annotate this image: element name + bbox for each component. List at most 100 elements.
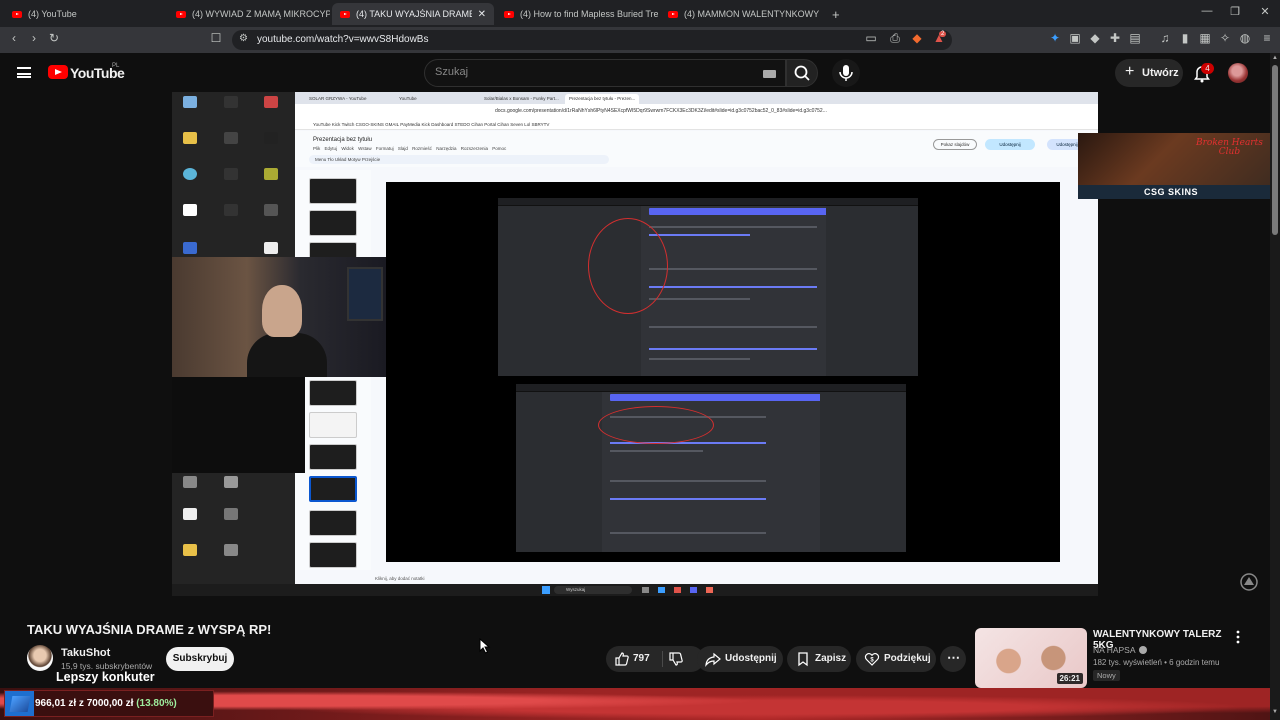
desktop-file-icon	[216, 96, 246, 109]
taskbar-search: Wyszukaj	[554, 586, 632, 594]
brave-shield-icon[interactable]: ◆	[908, 31, 926, 45]
discord-message	[609, 450, 704, 452]
music-icon[interactable]: ♫	[1156, 31, 1174, 45]
forward-icon[interactable]: ›	[25, 31, 43, 45]
browser-tab[interactable]: (4) YouTube	[4, 3, 166, 25]
like-count[interactable]: 797	[633, 653, 650, 664]
desktop-file-icon	[216, 132, 246, 145]
desktop-image-icon	[256, 96, 286, 109]
share-icon	[705, 652, 721, 667]
microphone-icon	[839, 65, 853, 81]
close-tab-icon[interactable]: ✕	[478, 9, 486, 20]
inner-tab: Solar/Bialas x Bonsam - Funky Part...	[484, 96, 559, 101]
search-input[interactable]	[435, 66, 755, 78]
recommended-channel[interactable]: NA HAPSA	[1093, 645, 1147, 655]
wallet-icon[interactable]: ▦	[1196, 31, 1214, 45]
site-info-icon[interactable]: ⚙	[239, 33, 248, 44]
create-label: Utwórz	[1142, 67, 1179, 79]
like-icon[interactable]	[614, 651, 630, 667]
page-scrollbar[interactable]: ▲ ▼	[1270, 53, 1280, 720]
slide-thumbnail	[309, 178, 357, 204]
extension-icon[interactable]: ▣	[1066, 31, 1084, 45]
browser-tab[interactable]: (4) How to find Mapless Buried Treas	[496, 3, 658, 25]
slide-thumbnail	[309, 412, 357, 438]
create-button[interactable]: + Utwórz	[1115, 59, 1183, 87]
close-window-icon[interactable]: ✕	[1250, 5, 1280, 18]
hamburger-menu-icon[interactable]	[17, 67, 31, 78]
puzzle-icon[interactable]: ✚	[1106, 31, 1124, 45]
slide-thumbnail	[309, 210, 357, 236]
scroll-down-icon[interactable]: ▼	[1272, 709, 1278, 715]
donation-percent: (13.80%)	[136, 698, 177, 709]
channel-avatar[interactable]	[27, 645, 53, 671]
video-player[interactable]: SOLAR GRZYWA - YouTube YouTube Solar/Bia…	[172, 92, 1098, 596]
inner-tab: YouTube	[399, 96, 417, 101]
vpn-icon[interactable]: ◍	[1236, 31, 1254, 45]
scrollbar-thumb[interactable]	[1272, 65, 1278, 235]
desktop-file-icon	[216, 204, 246, 217]
address-bar[interactable]: ⚙ youtube.com/watch?v=wwvS8HdowBs	[232, 30, 952, 50]
discord-member-list	[820, 392, 906, 552]
save-button[interactable]: Zapisz	[787, 646, 851, 672]
voice-search-button[interactable]	[832, 59, 860, 87]
keyboard-icon[interactable]	[763, 70, 776, 78]
more-actions-button[interactable]: ⋯	[940, 646, 966, 672]
browser-tab[interactable]: (4) MAMMON WALENTYNKOWY MIX	[660, 3, 822, 25]
discord-message	[649, 326, 818, 328]
share-page-icon[interactable]: ⎙	[886, 31, 904, 46]
discord-message	[649, 298, 750, 300]
video-duration: 26:21	[1056, 673, 1083, 684]
bookmark-icon[interactable]: ☐	[207, 31, 225, 45]
mouse-cursor-icon	[479, 638, 491, 654]
desktop-folder-icon	[175, 132, 205, 145]
notification-count-badge: 4	[1201, 63, 1214, 74]
more-vertical-icon[interactable]	[1233, 629, 1243, 645]
maximize-icon[interactable]: ❐	[1220, 5, 1250, 18]
desktop-image-icon	[256, 168, 286, 181]
slides-doc-title: Prezentacja bez tytułu	[313, 137, 373, 143]
minimize-icon[interactable]: —	[1192, 5, 1222, 17]
share-button[interactable]: Udostępnij	[697, 646, 783, 672]
discord-message	[609, 480, 766, 482]
subscribe-button[interactable]: Subskrybuj	[166, 647, 234, 671]
new-badge: Nowy	[1093, 670, 1120, 681]
recommended-video-thumbnail[interactable]: 26:21	[975, 628, 1087, 688]
donation-logo-icon	[9, 696, 31, 712]
donation-goal-text: 966,01 zł z 7000,00 zł (13.80%)	[35, 698, 177, 709]
youtube-header: YouTube PL + Utwórz 4	[0, 53, 1270, 93]
user-avatar[interactable]	[1228, 63, 1248, 83]
verified-badge-icon	[1138, 646, 1147, 654]
video-title: TAKU WYAJŚNIA DRAME z WYSPĄ RP!	[27, 622, 272, 637]
reload-icon[interactable]: ↻	[45, 31, 63, 45]
sidebar-icon[interactable]: ▮	[1176, 31, 1194, 45]
scroll-up-icon[interactable]: ▲	[1272, 55, 1278, 61]
discord-banner	[609, 394, 825, 401]
slides-menu-item: Narzędzia	[436, 146, 457, 151]
webcam-person-body	[247, 333, 327, 377]
channel-watermark-icon[interactable]	[1239, 572, 1259, 592]
screen-cast-icon[interactable]: ▭	[862, 31, 880, 45]
slides-menu-item: Plik	[313, 146, 321, 151]
thanks-label: Podziękuj	[884, 653, 931, 664]
stream-overlay-text: Lepszy konkuter	[56, 670, 155, 684]
back-icon[interactable]: ‹	[5, 31, 23, 45]
ai-icon[interactable]: ✧	[1216, 31, 1234, 45]
extension-icon[interactable]: ▤	[1126, 31, 1144, 45]
taskbar-app-icon	[706, 587, 713, 593]
extension-icon[interactable]: ◆	[1086, 31, 1104, 45]
channel-name[interactable]: TakuShot	[61, 647, 110, 659]
like-dislike-pill: 797	[606, 646, 704, 672]
youtube-logo-icon[interactable]	[48, 65, 68, 79]
bookmark-save-icon	[798, 652, 808, 667]
slides-menu-item: Widok	[341, 146, 354, 151]
search-button[interactable]	[786, 59, 818, 87]
dislike-icon[interactable]	[668, 651, 684, 667]
menu-icon[interactable]: ≡	[1258, 31, 1276, 45]
browser-tab[interactable]: (4) WYWIAD Z MAMĄ MIKROCYPKA	[168, 3, 330, 25]
slide-thumbnail-selected	[309, 476, 357, 502]
extension-icon[interactable]: ✦	[1046, 31, 1064, 45]
browser-tab-active[interactable]: (4) TAKU WYAJŚNIA DRAME z ✕	[332, 3, 494, 25]
recommended-channel-name: NA HAPSA	[1093, 645, 1136, 655]
thanks-button[interactable]: $ Podziękuj	[856, 646, 936, 672]
new-tab-button[interactable]: +	[824, 3, 844, 25]
